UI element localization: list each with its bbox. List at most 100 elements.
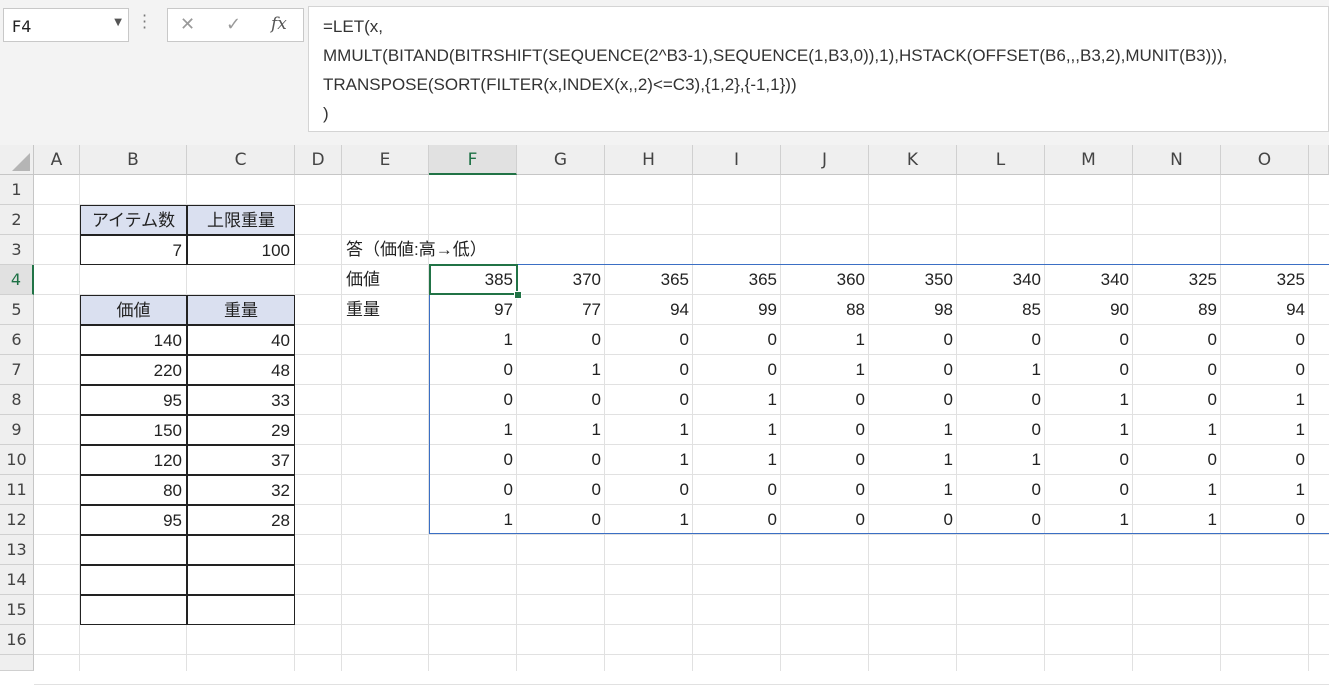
- header-weight-limit[interactable]: 上限重量: [187, 205, 295, 235]
- result-cell[interactable]: 90: [1045, 295, 1133, 325]
- column-header-b[interactable]: B: [80, 145, 187, 175]
- result-cell[interactable]: 0: [693, 325, 781, 355]
- item-weight-cell[interactable]: 37: [187, 445, 295, 475]
- result-cell[interactable]: 1: [605, 415, 693, 445]
- empty-item-cell[interactable]: [80, 565, 187, 595]
- row-label-weight[interactable]: 重量: [342, 295, 429, 325]
- input-item-count[interactable]: 7: [80, 235, 187, 265]
- column-header-j[interactable]: J: [781, 145, 869, 175]
- result-cell[interactable]: 365: [693, 265, 781, 295]
- result-cell[interactable]: 1: [869, 445, 957, 475]
- column-header-partial[interactable]: [1309, 145, 1329, 175]
- row-header-3[interactable]: 3: [0, 235, 34, 265]
- result-cell[interactable]: 1: [605, 505, 693, 535]
- result-cell[interactable]: 0: [517, 505, 605, 535]
- result-cell[interactable]: 94: [1221, 295, 1309, 325]
- result-cell[interactable]: 1: [1045, 505, 1133, 535]
- result-cell[interactable]: 0: [781, 505, 869, 535]
- result-cell[interactable]: 0: [1133, 445, 1221, 475]
- result-cell[interactable]: 0: [605, 325, 693, 355]
- result-cell[interactable]: 0: [869, 325, 957, 355]
- drag-handle-icon[interactable]: · · ·: [142, 8, 147, 36]
- column-header-c[interactable]: C: [187, 145, 295, 175]
- result-cell[interactable]: 98: [869, 295, 957, 325]
- row-header-13[interactable]: 13: [0, 535, 34, 565]
- fill-handle[interactable]: [514, 291, 522, 299]
- result-cell[interactable]: 94: [605, 295, 693, 325]
- result-cell[interactable]: 0: [1133, 385, 1221, 415]
- item-value-cell[interactable]: 80: [80, 475, 187, 505]
- row-header-2[interactable]: 2: [0, 205, 34, 235]
- result-cell[interactable]: 1: [781, 355, 869, 385]
- result-cell[interactable]: 0: [517, 475, 605, 505]
- result-cell[interactable]: 1: [693, 415, 781, 445]
- result-cell[interactable]: 340: [1045, 265, 1133, 295]
- column-header-o[interactable]: O: [1221, 145, 1309, 175]
- result-cell[interactable]: 1: [781, 325, 869, 355]
- result-cell[interactable]: 0: [781, 475, 869, 505]
- result-cell[interactable]: 0: [869, 355, 957, 385]
- chevron-down-icon[interactable]: ▼: [114, 17, 122, 28]
- empty-item-cell[interactable]: [187, 565, 295, 595]
- column-header-d[interactable]: D: [295, 145, 342, 175]
- result-cell[interactable]: 1: [1045, 415, 1133, 445]
- result-cell[interactable]: 0: [1221, 355, 1309, 385]
- result-cell[interactable]: 0: [693, 475, 781, 505]
- result-cell[interactable]: 0: [957, 475, 1045, 505]
- result-cell[interactable]: 0: [1221, 505, 1309, 535]
- result-cell[interactable]: 0: [1045, 355, 1133, 385]
- result-cell[interactable]: 0: [429, 355, 517, 385]
- empty-item-cell[interactable]: [80, 535, 187, 565]
- result-cell[interactable]: 0: [429, 385, 517, 415]
- row-header-10[interactable]: 10: [0, 445, 34, 475]
- formula-input[interactable]: =LET(x, MMULT(BITAND(BITRSHIFT(SEQUENCE(…: [308, 6, 1329, 132]
- result-cell[interactable]: 0: [781, 445, 869, 475]
- result-cell[interactable]: 88: [781, 295, 869, 325]
- result-cell[interactable]: 1: [517, 355, 605, 385]
- result-cell[interactable]: 0: [1221, 325, 1309, 355]
- row-header-partial[interactable]: [0, 655, 34, 671]
- result-cell[interactable]: 0: [781, 415, 869, 445]
- empty-item-cell[interactable]: [187, 535, 295, 565]
- result-cell[interactable]: 1: [1221, 415, 1309, 445]
- result-cell[interactable]: 325: [1221, 265, 1309, 295]
- result-cell[interactable]: 1: [429, 415, 517, 445]
- column-header-l[interactable]: L: [957, 145, 1045, 175]
- column-header-h[interactable]: H: [605, 145, 693, 175]
- result-cell[interactable]: 0: [957, 415, 1045, 445]
- result-cell[interactable]: 77: [517, 295, 605, 325]
- item-value-cell[interactable]: 140: [80, 325, 187, 355]
- result-cell[interactable]: 350: [869, 265, 957, 295]
- result-cell[interactable]: 89: [1133, 295, 1221, 325]
- result-cell[interactable]: 365: [605, 265, 693, 295]
- result-cell[interactable]: 385: [429, 265, 517, 295]
- result-cell[interactable]: 0: [1045, 475, 1133, 505]
- result-cell[interactable]: 1: [869, 415, 957, 445]
- insert-function-icon[interactable]: fx: [271, 14, 287, 34]
- column-header-i[interactable]: I: [693, 145, 781, 175]
- row-header-16[interactable]: 16: [0, 625, 34, 655]
- item-weight-cell[interactable]: 40: [187, 325, 295, 355]
- column-header-g[interactable]: G: [517, 145, 605, 175]
- name-box[interactable]: F4 ▼: [3, 8, 129, 42]
- empty-item-cell[interactable]: [187, 595, 295, 625]
- result-cell[interactable]: 0: [429, 475, 517, 505]
- result-cell[interactable]: 1: [957, 445, 1045, 475]
- result-cell[interactable]: 0: [957, 505, 1045, 535]
- result-cell[interactable]: 0: [781, 385, 869, 415]
- result-cell[interactable]: 0: [605, 475, 693, 505]
- result-cell[interactable]: 0: [517, 385, 605, 415]
- result-cell[interactable]: 1: [1133, 505, 1221, 535]
- row-header-15[interactable]: 15: [0, 595, 34, 625]
- item-weight-cell[interactable]: 48: [187, 355, 295, 385]
- row-header-14[interactable]: 14: [0, 565, 34, 595]
- result-cell[interactable]: 1: [429, 505, 517, 535]
- cancel-icon[interactable]: ✕: [180, 14, 195, 35]
- result-cell[interactable]: 0: [605, 355, 693, 385]
- result-cell[interactable]: 1: [957, 355, 1045, 385]
- result-cell[interactable]: 0: [693, 355, 781, 385]
- row-header-1[interactable]: 1: [0, 175, 34, 205]
- result-cell[interactable]: 0: [1045, 445, 1133, 475]
- result-cell[interactable]: 1: [693, 385, 781, 415]
- result-cell[interactable]: 1: [1045, 385, 1133, 415]
